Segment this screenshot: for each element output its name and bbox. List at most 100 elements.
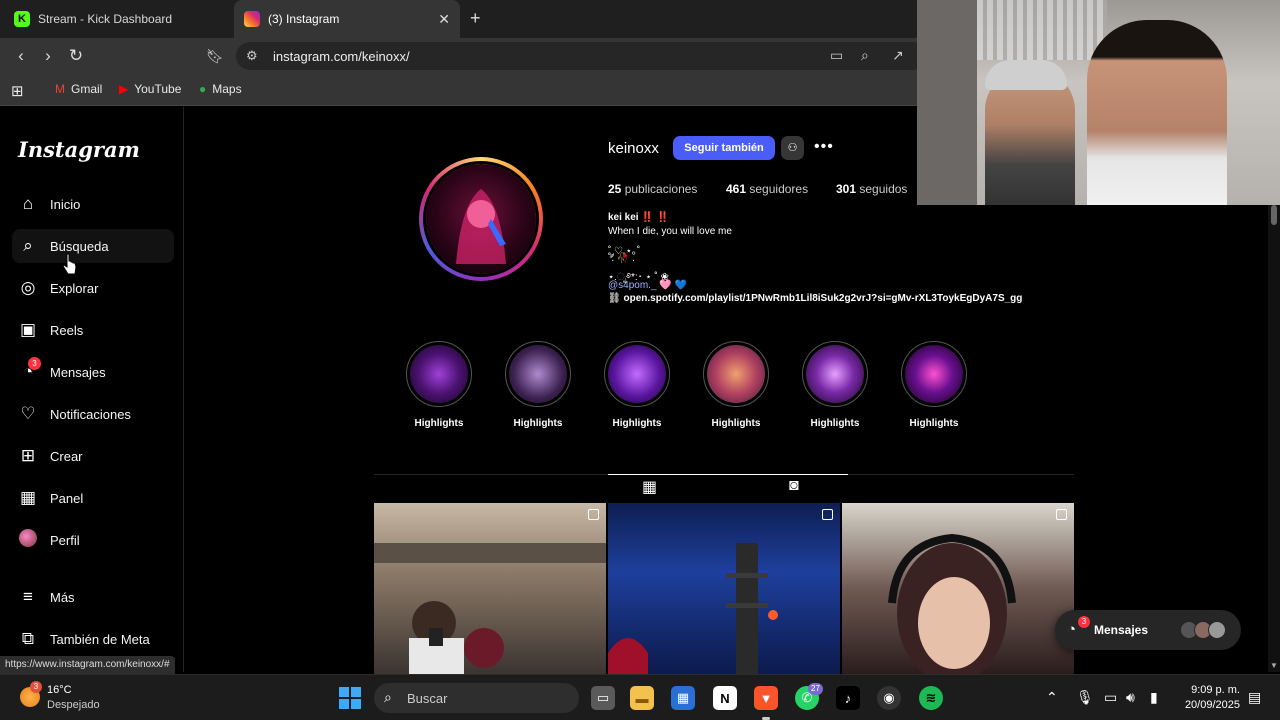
forward-icon[interactable]: › xyxy=(38,46,58,66)
home-icon: ⌂ xyxy=(22,194,34,213)
close-tab-icon[interactable]: ✕ xyxy=(438,11,450,28)
mouse-cursor-icon xyxy=(63,253,77,275)
chart-icon: ▦ xyxy=(19,488,37,507)
avatar-icon xyxy=(14,528,42,552)
add-person-icon: ⚇ xyxy=(787,142,798,154)
follow-back-button[interactable]: Seguir también xyxy=(673,136,775,160)
sidebar-item-perfil[interactable]: Perfil xyxy=(12,523,174,557)
post-thumbnail[interactable] xyxy=(842,503,1074,675)
carousel-icon xyxy=(822,509,833,520)
notification-badge: 27 xyxy=(808,683,823,695)
bookmark-icon[interactable]: 🔖︎ xyxy=(205,46,225,66)
file-explorer-icon[interactable]: ▬ xyxy=(630,686,654,710)
stat-followers[interactable]: 461 seguidores xyxy=(726,182,808,196)
active-tab-indicator xyxy=(608,474,848,475)
tray-expand-icon[interactable]: ⌃ xyxy=(1046,689,1058,706)
windows-start-icon[interactable] xyxy=(339,687,361,709)
sidebar-item-mas[interactable]: ≡ Más xyxy=(12,580,174,614)
notion-icon[interactable]: N xyxy=(713,686,737,710)
back-icon[interactable]: ‹ xyxy=(11,46,31,66)
battery-icon[interactable]: ▮ xyxy=(1150,689,1158,706)
volume-icon[interactable]: 🔊︎ xyxy=(1126,689,1135,706)
bookmark-gmail[interactable]: M Gmail xyxy=(55,82,102,96)
weather-temp: 16°C xyxy=(47,684,72,696)
instagram-logo[interactable]: Instagram xyxy=(18,137,140,162)
tab-kick-dashboard[interactable]: K Stream - Kick Dashboard xyxy=(8,0,230,38)
story-highlight[interactable]: Highlights xyxy=(503,341,573,429)
stat-following[interactable]: 301 seguidos xyxy=(836,182,907,196)
address-bar[interactable]: ⚙ instagram.com/keinoxx/ xyxy=(236,42,926,70)
page-scrollbar[interactable]: ▼ xyxy=(1268,205,1280,672)
menu-icon: ≡ xyxy=(23,587,33,606)
webcam-overlay xyxy=(917,0,1280,205)
compass-icon: ◎ xyxy=(20,278,36,297)
sidebar-item-explorar[interactable]: ◎ Explorar xyxy=(12,271,174,305)
taskbar-date[interactable]: 20/09/2025 xyxy=(1180,699,1240,711)
zoom-icon[interactable]: ⌕ xyxy=(861,47,869,64)
spotify-icon[interactable]: ≋ xyxy=(919,686,943,710)
scrollbar-thumb[interactable] xyxy=(1271,205,1277,225)
bio-mention[interactable]: @s4pom._ 🩷 💙 xyxy=(608,280,687,291)
suggested-users-button[interactable]: ⚇ xyxy=(781,136,804,160)
profile-avatar-ring[interactable] xyxy=(419,157,543,281)
notifications-icon[interactable]: ▤ xyxy=(1248,689,1261,706)
maps-icon: ● xyxy=(199,82,207,96)
scroll-down-icon[interactable]: ▼ xyxy=(1270,661,1278,670)
story-highlight[interactable]: Highlights xyxy=(899,341,969,429)
post-thumbnail[interactable] xyxy=(608,503,840,675)
share-icon[interactable]: ↗ xyxy=(892,47,904,64)
sidebar-item-mensajes[interactable]: ◔ 3 Mensajes xyxy=(12,355,174,389)
obs-icon[interactable]: ◉ xyxy=(877,686,901,710)
link-icon: ⛓ xyxy=(608,293,624,304)
tab-label: Stream - Kick Dashboard xyxy=(38,12,173,26)
bio-name: kei kei ‼️ ‼️ xyxy=(608,212,670,223)
posts-grid-icon[interactable]: ▦ xyxy=(642,477,657,497)
sidebar-item-busqueda[interactable]: ⌕ Búsqueda xyxy=(12,229,174,263)
story-highlight[interactable]: Highlights xyxy=(602,341,672,429)
microphone-icon[interactable]: 🎙︎ xyxy=(1076,689,1094,706)
bio-line: ˚. 🥀 . xyxy=(608,253,635,264)
sidebar-item-tambien-de-meta[interactable]: ⧉ También de Meta xyxy=(12,622,174,656)
messages-floating-button[interactable]: ◔ 3 Mensajes xyxy=(1055,610,1241,650)
sidebar-item-reels[interactable]: ▣ Reels xyxy=(12,313,174,347)
story-highlight[interactable]: Highlights xyxy=(404,341,474,429)
windows-taskbar: 3 16°C Despejado ⌕ Buscar ▭ ▬ ▦ N ▼ ✆ 27… xyxy=(0,674,1280,720)
post-thumbnail[interactable] xyxy=(374,503,606,675)
instagram-icon xyxy=(244,11,260,27)
bio-link[interactable]: ⛓ open.spotify.com/playlist/1PNwRmb1Lil8… xyxy=(608,293,1022,304)
sidebar-item-inicio[interactable]: ⌂ Inicio xyxy=(12,187,174,221)
story-highlight[interactable]: Highlights xyxy=(701,341,771,429)
link-hover-status: https://www.instagram.com/keinoxx/# xyxy=(0,656,175,674)
kick-icon: K xyxy=(14,11,30,27)
profile-tabs: ▦ ◙ xyxy=(374,474,1074,504)
apps-grid-icon[interactable]: ⊞ xyxy=(11,82,24,100)
carousel-icon xyxy=(588,509,599,520)
task-view-icon[interactable]: ▭ xyxy=(591,686,615,710)
sidebar-item-panel[interactable]: ▦ Panel xyxy=(12,481,174,515)
new-tab-icon[interactable]: + xyxy=(470,8,481,29)
taskbar-time[interactable]: 9:09 p. m. xyxy=(1190,684,1240,696)
store-icon[interactable]: ▦ xyxy=(671,686,695,710)
story-highlight[interactable]: Highlights xyxy=(800,341,870,429)
bookmark-maps[interactable]: ● Maps xyxy=(199,82,242,96)
reels-icon: ▣ xyxy=(19,320,37,339)
brave-browser-icon[interactable]: ▼ xyxy=(754,686,778,710)
tiktok-icon[interactable]: ♪ xyxy=(836,686,860,710)
sidebar-item-crear[interactable]: ⊞ Crear xyxy=(12,439,174,473)
tagged-icon[interactable]: ◙ xyxy=(789,477,799,495)
gmail-icon: M xyxy=(55,82,65,96)
notification-badge: 3 xyxy=(1078,616,1090,628)
bookmark-youtube[interactable]: ▶ YouTube xyxy=(119,82,181,96)
messenger-icon: ◔ xyxy=(1067,621,1077,638)
network-icon[interactable]: ▭ xyxy=(1104,689,1117,706)
tab-instagram[interactable]: (3) Instagram ✕ xyxy=(234,0,460,38)
reload-icon[interactable]: ↻ xyxy=(66,46,86,66)
search-icon: ⌕ xyxy=(384,689,392,705)
more-options-icon[interactable]: ••• xyxy=(814,138,834,156)
site-settings-icon[interactable]: ⚙ xyxy=(246,48,258,64)
tab-label: (3) Instagram xyxy=(268,12,340,26)
sidebar-item-notificaciones[interactable]: ♡ Notificaciones xyxy=(12,397,174,431)
cast-icon[interactable]: ▭ xyxy=(830,47,843,64)
taskbar-search[interactable]: ⌕ Buscar xyxy=(374,683,579,713)
notification-badge: 3 xyxy=(28,357,41,370)
